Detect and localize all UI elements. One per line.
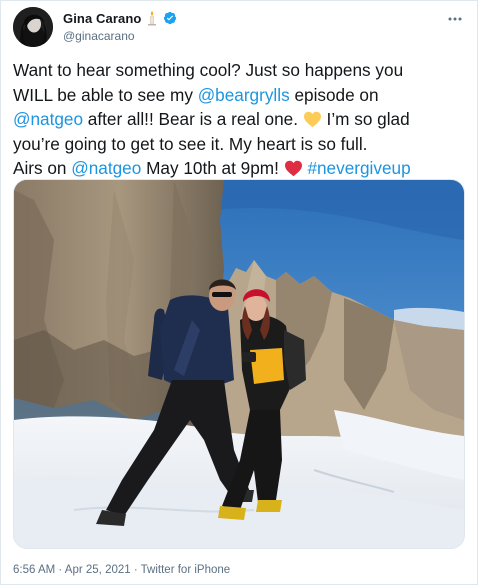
mention-natgeo-2[interactable]: @natgeo <box>71 158 141 178</box>
tweet-text-line1: Want to hear something cool? Just so hap… <box>13 60 404 80</box>
tweet-date[interactable]: Apr 25, 2021 <box>65 564 131 576</box>
tweet-text-line3a: after all!! Bear is a real one. <box>83 109 303 129</box>
candle-icon <box>145 10 159 26</box>
red-heart-icon <box>284 159 303 177</box>
tweet-card: Gina Carano @ginacarano Want to hear som… <box>0 0 478 585</box>
yellow-heart-icon <box>303 110 322 128</box>
user-names: Gina Carano @ginacarano <box>63 9 177 43</box>
display-name[interactable]: Gina Carano <box>63 11 141 26</box>
tweet-text-line5b: May 10th at 9pm! <box>141 158 284 178</box>
mention-natgeo-1[interactable]: @natgeo <box>13 109 83 129</box>
tweet-header: Gina Carano @ginacarano <box>13 7 465 47</box>
tweet-text-line2a: WILL be able to see my <box>13 84 198 105</box>
tweet-time[interactable]: 6:56 AM <box>13 564 55 576</box>
tweet-meta: 6:56 AM · Apr 25, 2021 · Twitter for iPh… <box>13 564 230 576</box>
tweet-text-line3b: I’m so glad <box>321 109 410 129</box>
tweet-text-line4: you’re going to get to see it. My heart … <box>13 133 368 154</box>
name-row: Gina Carano <box>63 9 177 27</box>
mountain-photo <box>14 180 464 548</box>
tweet-text-line5a: Airs on <box>13 158 72 178</box>
meta-separator-1: · <box>55 564 65 576</box>
more-horizontal-icon[interactable] <box>447 11 463 27</box>
hashtag-nevergiveup[interactable]: #nevergiveup <box>307 158 410 178</box>
tweet-text-line2b: episode on <box>289 84 379 105</box>
verified-badge-icon <box>163 11 177 25</box>
avatar[interactable] <box>13 7 53 47</box>
tweet-text: Want to hear something cool? Just so hap… <box>13 58 463 181</box>
tweet-source[interactable]: Twitter for iPhone <box>141 564 230 576</box>
tweet-photo[interactable] <box>13 179 465 549</box>
mention-beargrylls[interactable]: @beargrylls <box>198 85 290 105</box>
user-handle[interactable]: @ginacarano <box>63 29 177 43</box>
meta-separator-2: · <box>130 564 141 576</box>
